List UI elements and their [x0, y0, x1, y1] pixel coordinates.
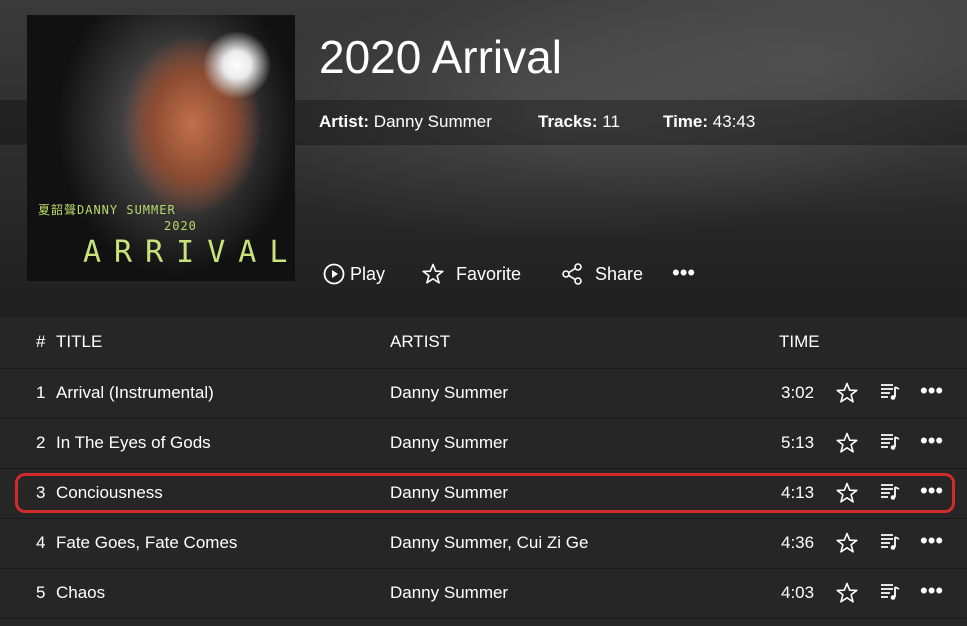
- track-row[interactable]: 4 Fate Goes, Fate Comes Danny Summer, Cui …: [0, 519, 967, 569]
- track-row[interactable]: 3 Conciousness Danny Summer 4:13 •••: [0, 469, 967, 519]
- track-number: 3: [36, 483, 46, 502]
- track-time: 5:13: [781, 433, 815, 452]
- row-more-options-button[interactable]: •••: [920, 428, 943, 454]
- column-number-header: #: [36, 332, 46, 351]
- tracks-meta: Tracks: 11: [538, 112, 620, 132]
- track-row[interactable]: 5 Chaos Danny Summer 4:03 •••: [0, 569, 967, 619]
- track-title[interactable]: Conciousness: [56, 483, 163, 503]
- play-circle-icon: [322, 262, 346, 286]
- tracks-value: 11: [602, 112, 620, 131]
- more-options-button[interactable]: •••: [672, 262, 695, 284]
- track-artist[interactable]: Danny Summer: [390, 433, 508, 453]
- track-title[interactable]: Fate Goes, Fate Comes: [56, 533, 237, 553]
- column-time-header[interactable]: TIME: [779, 332, 820, 352]
- album-title: 2020 Arrival: [319, 31, 562, 83]
- time-label: Time:: [663, 112, 709, 131]
- column-artist-header[interactable]: ARTIST: [390, 332, 450, 352]
- row-more-options-button[interactable]: •••: [920, 478, 943, 504]
- track-title[interactable]: Chaos: [56, 583, 105, 603]
- row-more-options-button[interactable]: •••: [920, 528, 943, 554]
- tracks-label: Tracks:: [538, 112, 598, 131]
- track-artist[interactable]: Danny Summer, Cui Zi Ge: [390, 533, 588, 553]
- track-table-header: # TITLE ARTIST TIME: [0, 318, 967, 369]
- playlist-add-icon[interactable]: [879, 381, 901, 408]
- track-title[interactable]: Arrival (Instrumental): [56, 383, 214, 403]
- star-outline-icon: [421, 262, 445, 286]
- column-title-header[interactable]: TITLE: [56, 332, 102, 352]
- track-number: 1: [36, 383, 46, 402]
- track-number: 5: [36, 583, 46, 602]
- star-outline-icon[interactable]: [835, 481, 859, 510]
- action-bar: Play Favorite Share •••: [0, 262, 967, 288]
- play-label: Play: [350, 263, 386, 284]
- more-horizontal-icon: •••: [672, 260, 696, 285]
- cover-year-text: 2020: [164, 219, 197, 233]
- playlist-add-icon[interactable]: [879, 481, 901, 508]
- star-outline-icon[interactable]: [835, 581, 859, 610]
- share-label: Share: [595, 263, 644, 284]
- album-cover[interactable]: 夏韶聲DANNY SUMMER 2020 ARRIVAL: [27, 15, 295, 281]
- star-outline-icon[interactable]: [835, 431, 859, 460]
- time-meta: Time: 43:43: [663, 112, 755, 132]
- track-title[interactable]: In The Eyes of Gods: [56, 433, 211, 453]
- star-outline-icon[interactable]: [835, 531, 859, 560]
- track-number: 4: [36, 533, 46, 552]
- favorite-button[interactable]: Favorite: [421, 262, 521, 286]
- star-outline-icon[interactable]: [835, 381, 859, 410]
- share-button[interactable]: Share: [561, 262, 643, 286]
- cover-artist-text: 夏韶聲DANNY SUMMER: [38, 203, 176, 217]
- play-button[interactable]: Play: [322, 262, 385, 286]
- share-icon: [561, 262, 583, 286]
- playlist-add-icon[interactable]: [879, 531, 901, 558]
- track-time: 4:13: [781, 483, 815, 502]
- playlist-add-icon[interactable]: [879, 431, 901, 458]
- track-time: 4:03: [781, 583, 815, 602]
- track-time: 4:36: [781, 533, 815, 552]
- playlist-add-icon[interactable]: [879, 581, 901, 608]
- row-more-options-button[interactable]: •••: [920, 378, 943, 404]
- artist-value[interactable]: Danny Summer: [374, 112, 492, 131]
- track-row[interactable]: 2 In The Eyes of Gods Danny Summer 5:13 •••: [0, 419, 967, 469]
- track-artist[interactable]: Danny Summer: [390, 583, 508, 603]
- time-value: 43:43: [712, 112, 756, 131]
- favorite-label: Favorite: [456, 263, 522, 284]
- artist-label: Artist:: [319, 112, 370, 131]
- track-artist[interactable]: Danny Summer: [390, 383, 508, 403]
- track-number: 2: [36, 433, 46, 452]
- track-artist[interactable]: Danny Summer: [390, 483, 508, 503]
- track-row[interactable]: 1 Arrival (Instrumental) Danny Summer 3:02 •…: [0, 369, 967, 419]
- artist-meta: Artist: Danny Summer: [319, 112, 492, 132]
- track-time: 3:02: [781, 383, 815, 402]
- row-more-options-button[interactable]: •••: [920, 578, 943, 604]
